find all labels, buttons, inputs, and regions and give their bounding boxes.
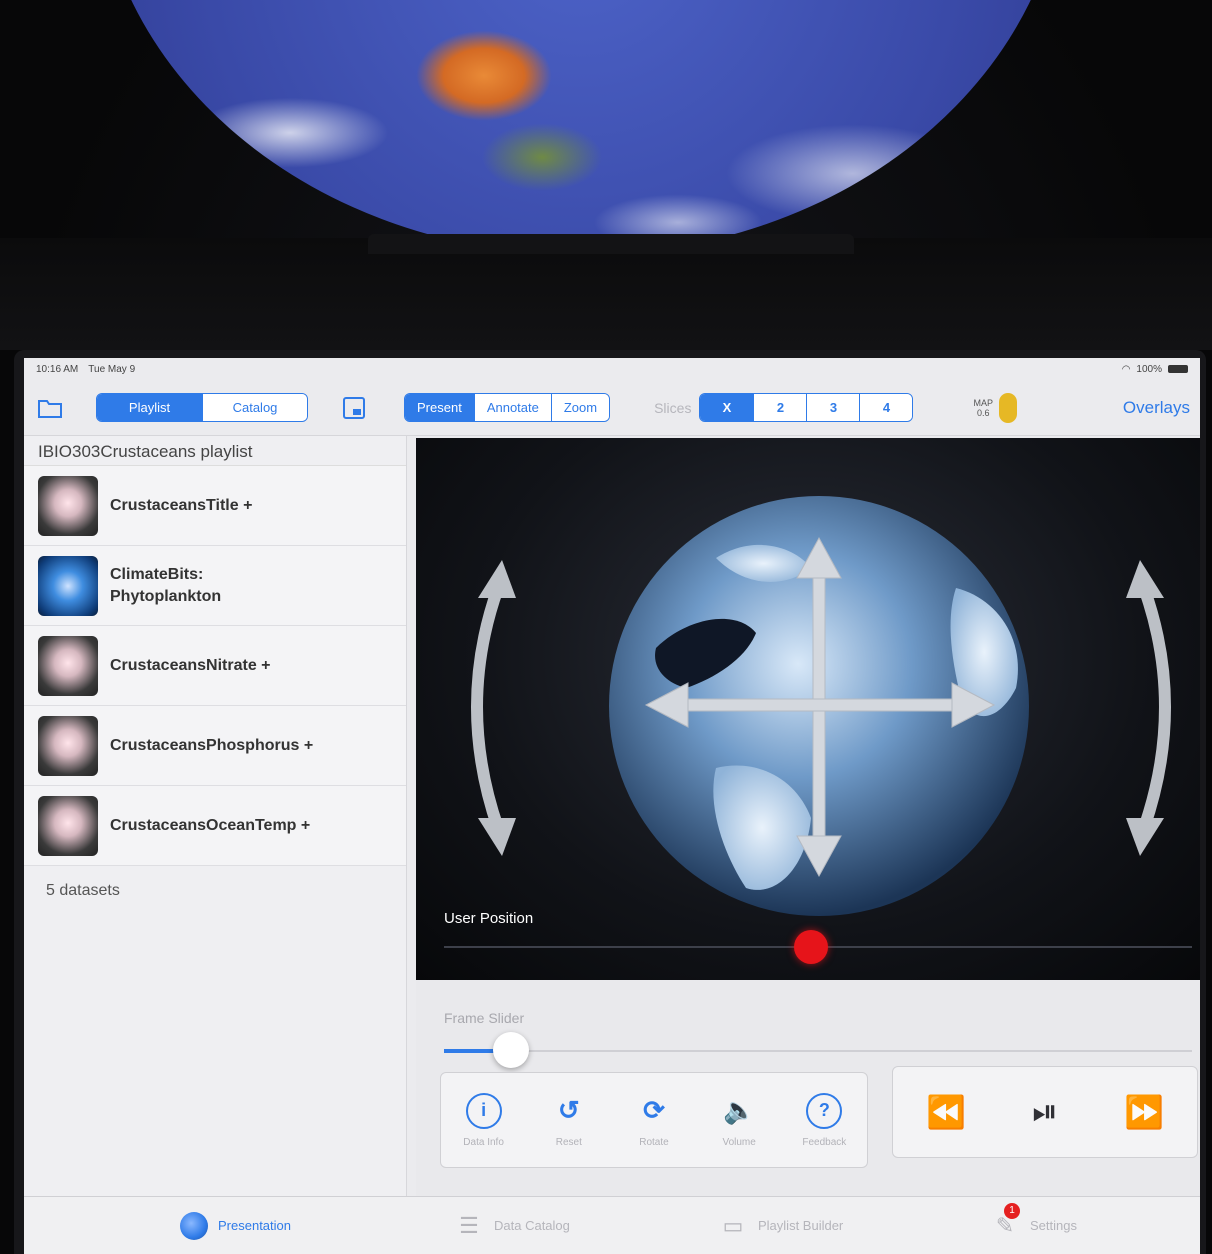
tab-presentation[interactable]: Presentation [180,1211,291,1240]
horizontal-arrow-shaft [665,698,975,712]
tab-label: Data Catalog [494,1218,570,1233]
info-icon: i [465,1092,502,1129]
rewind-icon[interactable]: ⏪ [926,1093,966,1131]
dataset-thumbnail [38,555,98,616]
tool-caption: Reset [555,1136,582,1148]
top-navbar: Playlist Catalog Present Annotate Zoom S… [24,380,1200,436]
list-item[interactable]: CrustaceansTitle + [24,466,406,546]
frame-slider-label: Frame Slider [444,1010,525,1026]
list-item[interactable]: CrustaceansNitrate + [24,626,406,706]
tab-settings[interactable]: ✎ 1 Settings [990,1202,1077,1241]
status-date: Tue May 9 [88,363,136,375]
tilt-left-arc [471,585,504,830]
dataset-label: ClimateBits: Phytoplankton [110,565,222,605]
tablet-screen: 10:16 AM Tue May 9 ◠ 100% Playlist Catal… [24,358,1200,1254]
battery-icon [1168,365,1188,373]
playlist-sidebar: IBIO303Crustaceans playlist CrustaceansT… [24,436,407,1196]
slices-toggle: X 2 3 4 [699,393,914,422]
tilt-right-up-icon [1126,560,1164,598]
playlist-catalog-toggle: Playlist Catalog [96,393,308,422]
tab-annotate[interactable]: Annotate [473,394,551,421]
frame-controls: Frame Slider i Data Info ↺ Reset ⟳ Rotat… [416,980,1200,1196]
tilt-left-down-icon [478,818,516,856]
tilt-left-up-icon [478,560,516,598]
bottom-tab-bar: Presentation ☰ Data Catalog ▭ Playlist B… [24,1196,1200,1254]
reset-icon: ↺ [557,1095,580,1125]
user-position-label: User Position [444,910,534,927]
list-item[interactable]: ClimateBits: Phytoplankton [24,546,406,626]
user-position-knob[interactable] [793,930,828,964]
tool-caption: Rotate [639,1136,669,1148]
tab-label: Presentation [218,1218,291,1233]
tool-caption: Volume [722,1136,756,1148]
dataset-thumbnail [38,715,98,776]
slice-x[interactable]: X [700,394,754,421]
fast-forward-icon[interactable]: ⏩ [1124,1093,1164,1131]
feedback-button[interactable]: ? Feedback [784,1092,864,1148]
playlist-title: IBIO303Crustaceans playlist [24,436,406,466]
screen-icon[interactable] [338,394,370,422]
slice-3[interactable]: 3 [806,394,860,421]
wifi-icon: ◠ [1121,363,1131,375]
dataset-label: CrustaceansTitle + [110,496,253,514]
map-indicator[interactable]: MAP 0.6 [973,392,1017,423]
folder-icon[interactable] [34,394,66,422]
tool-buttons: i Data Info ↺ Reset ⟳ Rotate 🔈 Volume ? [440,1072,868,1168]
frame-slider-track[interactable] [444,1050,1192,1052]
tab-playlist-builder[interactable]: ▭ Playlist Builder [718,1211,844,1241]
tab-data-catalog[interactable]: ☰ Data Catalog [454,1211,570,1241]
map-pin-icon [998,392,1017,423]
settings-icon: ✎ 1 [990,1202,1020,1241]
tab-catalog[interactable]: Catalog [202,394,307,421]
status-time: 10:16 AM [36,363,79,375]
notification-badge: 1 [1004,1202,1020,1219]
tab-playlist[interactable]: Playlist [97,394,202,421]
volume-icon: 🔈 [722,1095,756,1125]
play-pause-icon[interactable]: ⏯ [1032,1093,1058,1131]
map-label: MAP [973,397,993,408]
help-icon: ? [806,1092,843,1129]
dataset-label: CrustaceansNitrate + [110,656,271,674]
dataset-thumbnail [38,635,98,696]
slice-4[interactable]: 4 [859,394,913,421]
mode-toggle: Present Annotate Zoom [404,393,611,422]
globe-viewer[interactable]: User Position [416,438,1200,980]
tilt-right-arc [1138,585,1171,830]
dataset-thumbnail [38,795,98,856]
tab-zoom[interactable]: Zoom [550,394,610,421]
list-item[interactable]: CrustaceansOceanTemp + [24,786,406,866]
display-bezel [0,238,1212,350]
slices-label: Slices [654,399,692,416]
tablet-device: 10:16 AM Tue May 9 ◠ 100% Playlist Catal… [14,350,1206,1254]
tab-label: Settings [1030,1218,1077,1233]
battery-percent: 100% [1136,363,1162,375]
tilt-right-down-icon [1126,818,1164,856]
globe-icon [180,1211,208,1240]
slice-2[interactable]: 2 [753,394,807,421]
globe-navigation-graphic [471,496,1171,916]
dataset-label: CrustaceansPhosphorus + [110,736,314,754]
overlays-button[interactable]: Overlays [1123,398,1190,418]
display-stand [368,234,854,254]
map-value: 0.6 [976,407,990,418]
dataset-label: CrustaceansOceanTemp + [110,816,311,834]
frame-slider-knob[interactable] [493,1032,530,1068]
list-item[interactable]: CrustaceansPhosphorus + [24,706,406,786]
reset-button[interactable]: ↺ Reset [529,1093,609,1148]
tool-caption: Data Info [463,1136,504,1148]
data-info-button[interactable]: i Data Info [444,1092,524,1148]
transport-controls: ⏪ ⏯ ⏩ [892,1066,1198,1158]
tab-present[interactable]: Present [405,394,474,421]
status-bar: 10:16 AM Tue May 9 ◠ 100% [24,358,1200,380]
list-icon: ☰ [459,1212,479,1238]
rotate-button[interactable]: ⟳ Rotate [614,1093,694,1148]
builder-icon: ▭ [722,1212,744,1238]
volume-button[interactable]: 🔈 Volume [699,1093,779,1148]
rotate-icon: ⟳ [643,1095,665,1125]
dataset-thumbnail [38,475,98,536]
dataset-count: 5 datasets [46,882,120,899]
tool-caption: Feedback [802,1136,847,1148]
tab-label: Playlist Builder [758,1218,844,1233]
